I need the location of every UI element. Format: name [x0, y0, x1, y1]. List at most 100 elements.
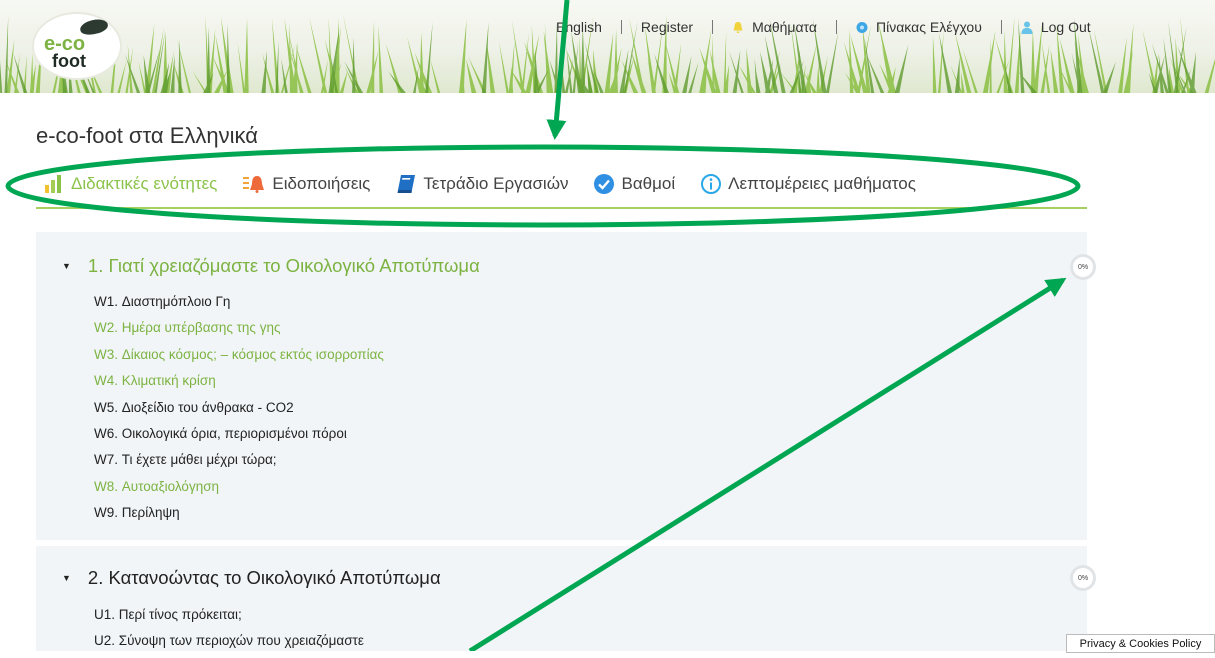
grass-blade — [938, 30, 944, 93]
lesson-item[interactable]: U2. Σύνοψη των περιοχών που χρειαζόμαστε — [94, 631, 364, 657]
grass-blade — [732, 49, 741, 93]
tab-units[interactable]: Διδακτικές ενότητες — [44, 174, 217, 194]
section-header[interactable]: ▼ 2. Κατανοώντας το Οικολογικό Αποτύπωμα — [62, 567, 441, 589]
section-title[interactable]: 1. Γιατί χρειαζόμαστε το Οικολογικό Αποτ… — [88, 255, 480, 277]
tab-assignments[interactable]: Τετράδιο Εργασιών — [396, 174, 568, 194]
privacy-policy-link[interactable]: Privacy & Cookies Policy — [1066, 634, 1215, 653]
top-navigation: English Register Μαθήματα Πίνακας Ελέγχο… — [556, 19, 1110, 35]
grass-blade — [825, 31, 839, 93]
grass-blade — [339, 70, 348, 93]
grass-blade — [309, 17, 328, 93]
grass-blade — [723, 31, 727, 93]
nav-divider — [712, 20, 714, 34]
section-items: W1. Διαστημόπλοιο Γη W2. Ημέρα υπέρβασης… — [94, 292, 384, 530]
nav-divider — [620, 20, 622, 34]
lesson-item[interactable]: W1. Διαστημόπλοιο Γη — [94, 292, 384, 318]
tab-announcements-label: Ειδοποιήσεις — [272, 174, 371, 193]
grass-blade — [0, 60, 3, 93]
lesson-item[interactable]: W3. Δίκαιος κόσμος; – κόσμος εκτός ισορρ… — [94, 345, 384, 371]
tab-assignments-label: Τετράδιο Εργασιών — [423, 174, 569, 193]
grass-blade — [4, 16, 9, 93]
site-header: e-co foot English Register Μαθήματα Πίνα… — [0, 0, 1215, 93]
tab-course-details[interactable]: Λεπτομέρειες μαθήματος — [701, 174, 916, 194]
nav-courses-label: Μαθήματα — [752, 19, 817, 35]
grass-blade — [1204, 59, 1215, 93]
grass-blade — [1003, 29, 1008, 93]
grass-blade — [613, 29, 618, 93]
grass-blade — [894, 44, 909, 93]
grass-blade — [117, 60, 127, 93]
grass-blade — [561, 63, 566, 93]
grass-blade — [1102, 61, 1116, 93]
tab-grades-label: Βαθμοί — [621, 174, 676, 193]
nav-dashboard[interactable]: Πίνακας Ελέγχου — [856, 19, 982, 35]
collapse-triangle-icon[interactable]: ▼ — [62, 261, 71, 271]
lesson-item[interactable]: W6. Οικολογικά όρια, περιορισμένοι πόροι — [94, 424, 384, 450]
grass-blade — [673, 43, 682, 93]
bell-icon — [733, 21, 743, 33]
course-tabs: Διδακτικές ενότητες Ειδοποιήσεις Τετράδι… — [44, 174, 942, 194]
progress-circle: 0% — [1070, 254, 1096, 280]
tab-grades[interactable]: Βαθμοί — [594, 174, 675, 194]
tab-course-details-label: Λεπτομέρειες μαθήματος — [728, 174, 916, 193]
lesson-item[interactable]: W9. Περίληψη — [94, 503, 384, 529]
section-title[interactable]: 2. Κατανοώντας το Οικολογικό Αποτύπωμα — [88, 567, 441, 589]
nav-english-label: English — [556, 19, 602, 35]
section-items: U1. Περί τίνος πρόκειται; U2. Σύνοψη των… — [94, 605, 364, 658]
section-header[interactable]: ▼ 1. Γιατί χρειαζόμαστε το Οικολογικό Απ… — [62, 255, 480, 277]
grass-blade — [954, 56, 960, 93]
grass-blade — [982, 30, 996, 93]
grass-blade — [1088, 26, 1105, 93]
book-icon — [396, 175, 416, 193]
tab-units-label: Διδακτικές ενότητες — [71, 174, 218, 193]
lesson-item[interactable]: W4. Κλιματική κρίση — [94, 371, 384, 397]
lesson-item[interactable]: W5. Διοξείδιο του άνθρακα - CO2 — [94, 398, 384, 424]
grass-blade — [261, 50, 267, 93]
grass-blade — [237, 42, 246, 93]
nav-dashboard-label: Πίνακας Ελέγχου — [875, 19, 982, 35]
progress-circle: 0% — [1070, 565, 1096, 591]
grass-blade — [178, 39, 182, 93]
user-icon — [1021, 21, 1033, 34]
grass-blade — [30, 53, 34, 93]
grass-blade — [226, 23, 231, 93]
grass-blade — [388, 71, 406, 93]
grass-blade — [498, 41, 509, 93]
grass-blade — [604, 32, 614, 93]
nav-register[interactable]: Register — [641, 19, 693, 35]
nav-divider — [835, 20, 837, 34]
tabs-underline — [36, 207, 1087, 209]
bar-chart-icon — [44, 175, 64, 193]
nav-divider — [1000, 20, 1002, 34]
nav-logout-label: Log Out — [1040, 19, 1091, 35]
lesson-item[interactable]: W8. Αυτοαξιολόγηση — [94, 477, 384, 503]
site-logo[interactable]: e-co foot — [34, 14, 120, 78]
grass-blade — [682, 55, 692, 93]
nav-courses[interactable]: Μαθήματα — [732, 19, 817, 35]
lesson-item[interactable]: U1. Περί τίνος πρόκειται; — [94, 605, 364, 631]
grass-blade — [378, 25, 384, 93]
logo-text-line2: foot — [52, 51, 86, 71]
page-title: e-co-foot στα Ελληνικά — [36, 123, 258, 148]
dashboard-icon — [856, 21, 868, 33]
nav-english[interactable]: English — [556, 19, 602, 35]
grass-blade — [932, 34, 937, 93]
lesson-item[interactable]: W7. Τι έχετε μάθει μέχρι τώρα; — [94, 450, 384, 476]
grass-blade — [712, 34, 715, 93]
nav-register-label: Register — [640, 19, 694, 35]
grass-blade — [244, 18, 249, 93]
collapse-triangle-icon[interactable]: ▼ — [62, 573, 71, 583]
check-circle-icon — [594, 174, 615, 194]
grass-blade — [295, 45, 312, 93]
info-icon — [701, 174, 722, 194]
tab-announcements[interactable]: Ειδοποιήσεις — [243, 174, 370, 194]
grass-blade — [486, 41, 496, 93]
lesson-item[interactable]: W2. Ημέρα υπέρβασης της γης — [94, 318, 384, 344]
grass-blade — [1056, 25, 1065, 93]
course-section: ▼ 1. Γιατί χρειαζόμαστε το Οικολογικό Απ… — [36, 232, 1096, 540]
grass-blade — [1050, 48, 1059, 93]
grass-blade — [543, 30, 554, 93]
course-section: ▼ 2. Κατανοώντας το Οικολογικό Αποτύπωμα… — [36, 546, 1096, 651]
nav-logout[interactable]: Log Out — [1021, 19, 1091, 35]
megaphone-icon — [243, 175, 265, 193]
